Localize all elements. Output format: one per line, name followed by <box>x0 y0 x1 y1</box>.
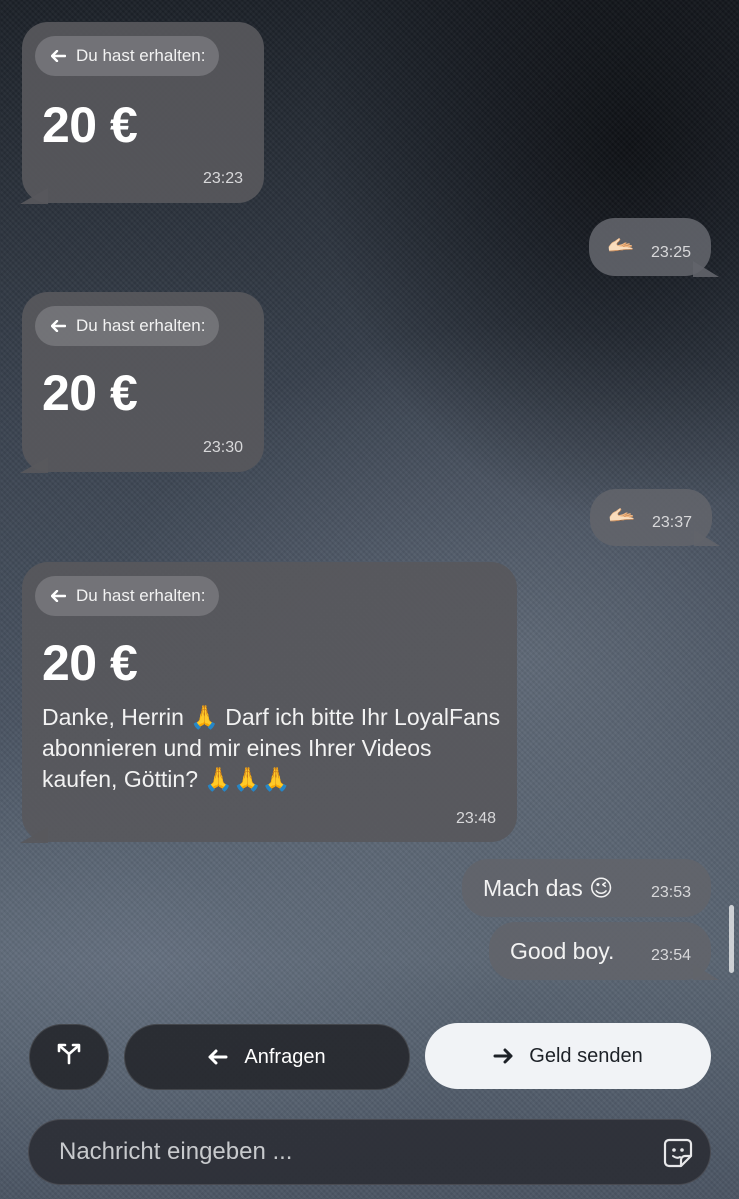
payment-amount: 20 € <box>42 635 138 691</box>
received-label-pill: Du hast erhalten: <box>35 36 220 76</box>
message-time: 23:30 <box>203 439 244 456</box>
palm-up-hand-emoji: 🫴🏻 <box>608 502 636 527</box>
split-button[interactable] <box>29 1024 109 1090</box>
payment-amount: 20 € <box>42 365 138 421</box>
sticker-icon[interactable] <box>663 1138 693 1168</box>
request-label: Anfragen <box>244 1045 326 1068</box>
received-payment-bubble[interactable]: Du hast erhalten: 20 € 23:23 <box>22 22 264 203</box>
message-time: 23:25 <box>651 244 692 261</box>
message-text: Danke, Herrin 🙏 Darf ich bitte Ihr Loyal… <box>42 704 501 792</box>
received-label: Du hast erhalten: <box>76 586 206 605</box>
payment-amount: 20 € <box>42 97 138 153</box>
scrollbar[interactable] <box>729 905 734 973</box>
outgoing-message-bubble[interactable]: 🫴🏻 23:25 <box>589 218 711 276</box>
send-money-label: Geld senden <box>529 1044 643 1067</box>
arrow-left-icon <box>51 590 66 602</box>
outgoing-message-bubble[interactable]: 🫴🏻 23:37 <box>590 489 712 546</box>
message-time: 23:54 <box>651 947 692 964</box>
received-payment-bubble[interactable]: Du hast erhalten: 20 € 23:30 <box>22 292 264 472</box>
split-icon <box>57 1043 81 1071</box>
message-time: 23:37 <box>652 514 693 531</box>
message-time: 23:48 <box>456 810 497 827</box>
received-payment-bubble[interactable]: Du hast erhalten: 20 € Danke, Herrin 🙏 D… <box>22 562 517 842</box>
message-time: 23:53 <box>651 884 692 901</box>
arrow-left-icon <box>51 320 66 332</box>
arrow-left-icon <box>208 1049 228 1065</box>
arrow-right-icon <box>493 1048 513 1064</box>
received-label-pill: Du hast erhalten: <box>35 306 220 346</box>
palm-up-hand-emoji: 🫴🏻 <box>607 232 635 257</box>
message-input[interactable] <box>59 1120 639 1184</box>
message-time: 23:23 <box>203 170 244 187</box>
send-money-button[interactable]: Geld senden <box>425 1023 711 1089</box>
message-text: Good boy. <box>510 938 615 964</box>
received-label-pill: Du hast erhalten: <box>35 576 220 616</box>
received-label: Du hast erhalten: <box>76 46 206 65</box>
message-composer <box>28 1119 711 1185</box>
request-button[interactable]: Anfragen <box>124 1024 410 1090</box>
received-label: Du hast erhalten: <box>76 316 206 335</box>
message-text: Mach das 😉 <box>483 875 614 901</box>
outgoing-message-bubble[interactable]: Mach das 😉 23:53 <box>462 859 711 917</box>
arrow-left-icon <box>51 50 66 62</box>
outgoing-message-bubble[interactable]: Good boy. 23:54 <box>489 922 711 980</box>
